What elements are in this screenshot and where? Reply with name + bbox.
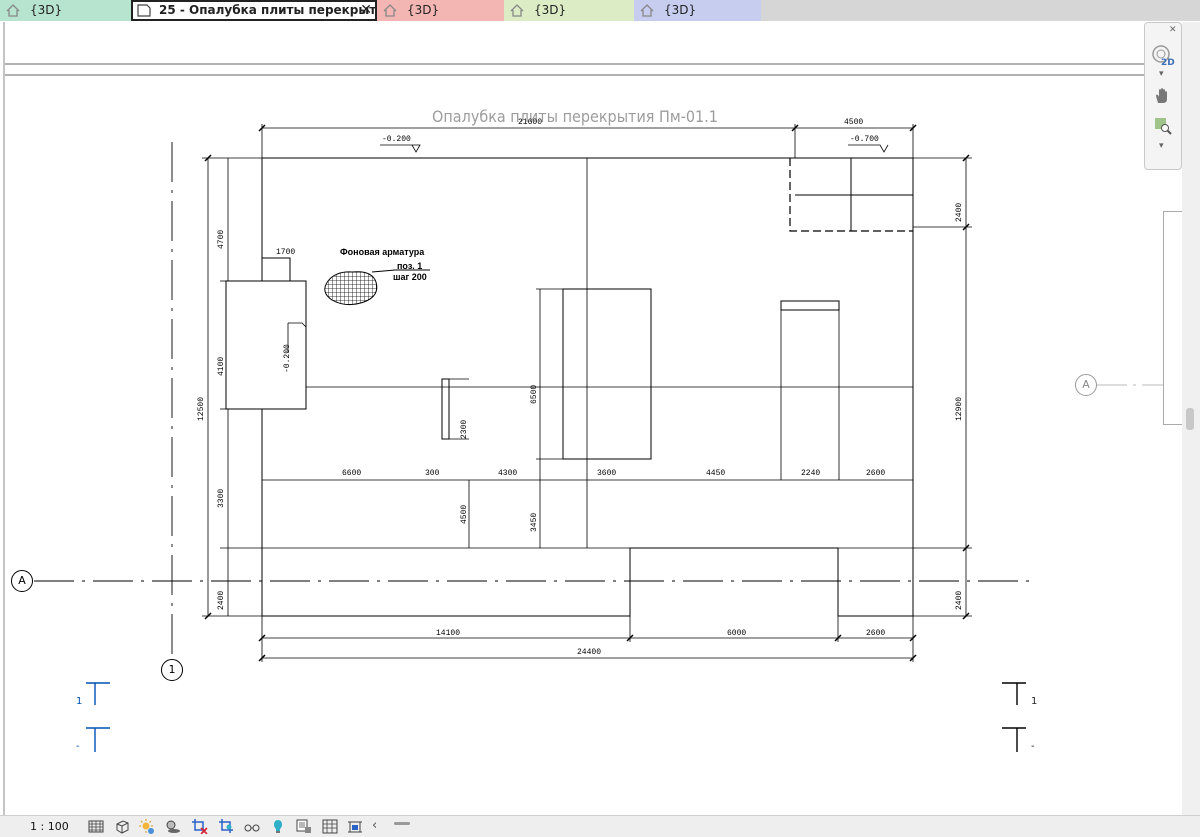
close-icon[interactable]: ✕ — [360, 2, 372, 19]
dim-bottom-2: 6000 — [727, 629, 747, 638]
crop-view-icon[interactable] — [192, 819, 208, 834]
dim-left-6: 2400 — [217, 590, 226, 610]
section-label-right-2[interactable]: - — [1031, 741, 1035, 752]
tab-label: {3D} — [30, 3, 63, 17]
pan-hand-icon[interactable] — [1153, 87, 1171, 105]
detail-level-icon[interactable] — [88, 819, 104, 834]
tab-label: {3D} — [407, 3, 440, 17]
tab-sheet-25[interactable]: 25 - Опалубка плиты перекрыт... ✕ — [131, 0, 377, 21]
shadows-icon[interactable] — [165, 819, 181, 834]
dim-right-3: 2400 — [955, 590, 964, 610]
annotation-pos: поз. 1 — [397, 261, 423, 271]
dim-overall-bottom: 24400 — [577, 648, 602, 657]
tab-label: {3D} — [534, 3, 567, 17]
grid-bubble-A[interactable]: A — [11, 570, 33, 592]
tab-3d-2[interactable]: {3D} — [377, 0, 504, 21]
chevron-down-icon[interactable]: ▾ — [1159, 69, 1164, 79]
drawing-title: Опалубка плиты перекрытия Пм-01.1 — [432, 107, 718, 126]
dim-bottom-1: 14100 — [436, 629, 461, 638]
view-mode-label: 2D — [1161, 58, 1175, 68]
tab-label: {3D} — [664, 3, 697, 17]
dim-right-2: 12900 — [955, 396, 964, 421]
column-rect — [441, 378, 450, 440]
dim-mid-1: 6600 — [342, 469, 362, 478]
view-control-bar: 1 : 100 ‹ — [0, 815, 1200, 837]
dim-inner-1: 2300 — [460, 419, 469, 439]
dim-inner-4: 3450 — [530, 512, 539, 532]
section-label-left-2[interactable]: - — [76, 741, 80, 752]
show-crop-icon[interactable] — [219, 819, 235, 834]
grid-bubble-A-right[interactable]: A — [1075, 374, 1097, 396]
house-icon — [6, 4, 20, 17]
vertical-scroll-thumb[interactable] — [1186, 408, 1194, 430]
tab-label: 25 - Опалубка плиты перекрыт... — [159, 3, 377, 17]
house-icon — [510, 4, 524, 17]
dim-left-5: 3300 — [217, 488, 226, 508]
house-icon — [640, 4, 654, 17]
annotation-title: Фоновая арматура — [340, 247, 425, 257]
dim-left-2: 1700 — [276, 248, 296, 257]
dim-left-4: 12500 — [197, 396, 206, 421]
level-mark-1: -0.200 — [382, 135, 411, 144]
view-scale[interactable]: 1 : 100 — [30, 820, 69, 833]
dim-inner-2: 4500 — [460, 504, 469, 524]
dim-mid-5: 4450 — [706, 469, 726, 478]
design-options-icon[interactable] — [347, 819, 363, 834]
navigation-bar: ✕ 2D ▾ ▾ — [1144, 22, 1182, 170]
dim-left-1: 4700 — [217, 229, 226, 249]
reveal-hidden-icon[interactable] — [270, 819, 286, 834]
dim-inner-3: 6500 — [530, 384, 539, 404]
chevron-down-icon[interactable]: ▾ — [1159, 141, 1164, 151]
visual-style-icon[interactable] — [114, 819, 130, 834]
dim-left-3: 4100 — [217, 356, 226, 376]
sun-path-icon[interactable] — [139, 819, 155, 834]
dim-top-1: 21600 — [518, 118, 543, 127]
house-icon — [383, 4, 397, 17]
dim-mid-7: 2600 — [866, 469, 886, 478]
close-icon[interactable]: ✕ — [1169, 25, 1177, 35]
dim-mid-3: 4300 — [498, 469, 518, 478]
view-tab-bar: {3D} 25 - Опалубка плиты перекрыт... ✕ {… — [0, 0, 1200, 21]
tab-3d-3[interactable]: {3D} — [504, 0, 634, 21]
dim-right-1: 2400 — [955, 202, 964, 222]
dim-bottom-3: 2600 — [866, 629, 886, 638]
level-mark-2: -0.700 — [850, 135, 879, 144]
opening-rect — [562, 288, 652, 460]
rebar-mesh-hatch — [324, 271, 378, 306]
worksharing-icon[interactable] — [322, 819, 338, 834]
beam-rect — [780, 300, 840, 311]
temp-hide-icon[interactable] — [244, 819, 260, 834]
annotation-step: шаг 200 — [393, 272, 427, 282]
section-label-right-1[interactable]: 1 — [1031, 696, 1037, 707]
drawing-canvas[interactable]: Опалубка плиты перекрытия Пм-01.1 21600 … — [0, 21, 1200, 815]
dim-mid-2: 300 — [425, 469, 440, 478]
zoom-icon[interactable] — [1154, 117, 1172, 135]
grid-bubble-1[interactable]: 1 — [161, 659, 183, 681]
horizontal-scroll-thumb[interactable] — [394, 822, 410, 825]
tab-3d-1[interactable]: {3D} — [0, 0, 131, 21]
horizontal-scrollbar[interactable] — [372, 819, 1182, 834]
tab-3d-4[interactable]: {3D} — [634, 0, 761, 21]
dim-mid-4: 3600 — [597, 469, 617, 478]
formwork-plan-drawing — [3, 22, 1182, 815]
sheet-icon — [137, 4, 151, 17]
dim-top-2: 4500 — [844, 118, 864, 127]
highlight-icon[interactable] — [296, 819, 312, 834]
partial-viewport-edge — [1163, 211, 1182, 425]
dim-mid-6: 2240 — [801, 469, 821, 478]
level-mark-3: -0.200 — [283, 344, 292, 373]
section-label-left-1[interactable]: 1 — [76, 696, 82, 707]
